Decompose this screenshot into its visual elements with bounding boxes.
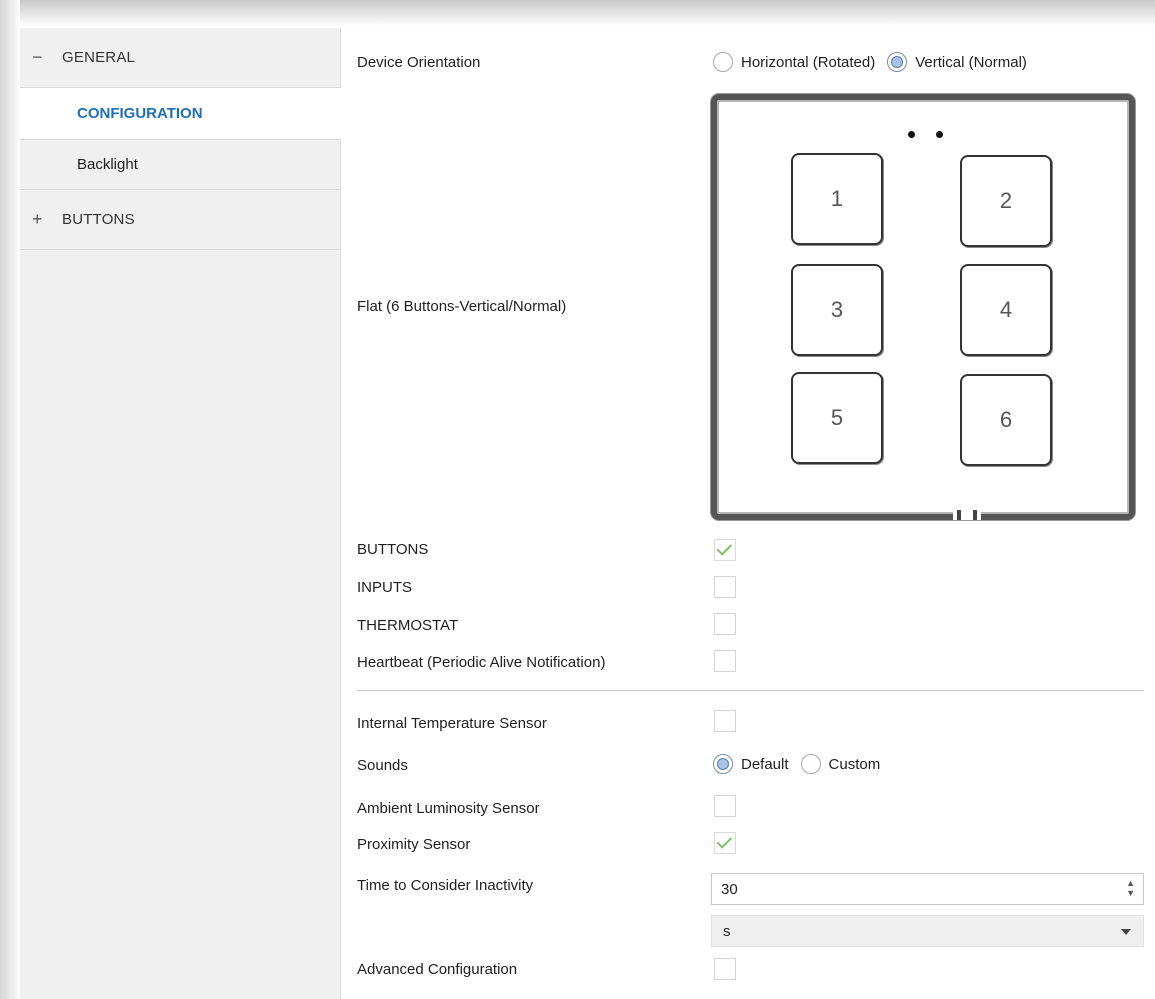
device-model-row: Flat (6 Buttons-Vertical/Normal) (357, 298, 566, 315)
device-connector (953, 510, 981, 520)
heartbeat-row: Heartbeat (Periodic Alive Notification) (357, 654, 605, 671)
heartbeat-checkbox[interactable] (714, 650, 736, 672)
spinner-arrows-icon[interactable]: ▲ ▼ (1126, 878, 1135, 898)
buttons-row: BUTTONS (357, 541, 428, 558)
inactivity-time-value[interactable]: 30 (721, 881, 738, 898)
orientation-horizontal-radio[interactable] (713, 52, 733, 72)
sidebar-item-configuration[interactable]: CONFIGURATION (20, 88, 342, 140)
orientation-vertical-label[interactable]: Vertical (Normal) (915, 54, 1027, 71)
ambient-luminosity-checkbox[interactable] (714, 795, 736, 817)
inactivity-unit-value[interactable]: s (723, 923, 731, 940)
advanced-configuration-checkbox[interactable] (714, 958, 736, 980)
sounds-default-radio[interactable] (713, 754, 733, 774)
internal-temperature-label: Internal Temperature Sensor (357, 715, 547, 732)
advanced-configuration-label: Advanced Configuration (357, 961, 518, 978)
inactivity-time-row: Time to Consider Inactivity (357, 877, 533, 894)
thermostat-row: THERMOSTAT (357, 617, 458, 634)
internal-temperature-row: Internal Temperature Sensor (357, 715, 547, 732)
tree-group-label: GENERAL (62, 49, 136, 66)
sidebar-tree: − GENERAL CONFIGURATION Backlight + BUTT… (20, 28, 342, 999)
section-divider (357, 690, 1144, 691)
ambient-luminosity-label: Ambient Luminosity Sensor (357, 800, 540, 817)
heartbeat-label: Heartbeat (Periodic Alive Notification) (357, 654, 606, 671)
thermostat-checkbox[interactable] (714, 613, 736, 635)
proximity-sensor-row: Proximity Sensor (357, 836, 470, 853)
sounds-custom-label[interactable]: Custom (829, 756, 881, 773)
sounds-custom-radio[interactable] (800, 754, 821, 774)
inputs-checkbox[interactable] (714, 576, 736, 598)
proximity-sensor-label: Proximity Sensor (357, 836, 471, 853)
sounds-label: Sounds (357, 757, 408, 774)
buttons-checkbox[interactable] (714, 539, 736, 561)
checkmark-icon (716, 833, 733, 849)
device-button-6: 6 (960, 374, 1052, 466)
sounds-default-label[interactable]: Default (741, 756, 789, 773)
sidebar-item-label: Backlight (77, 156, 138, 173)
proximity-sensor-checkbox[interactable] (714, 832, 736, 854)
configuration-panel: Device Orientation Horizontal (Rotated) … (341, 28, 1155, 999)
window-frame-left (0, 0, 20, 999)
device-orientation-label: Device Orientation (357, 54, 481, 71)
sidebar-item-label: CONFIGURATION (77, 105, 203, 122)
device-orientation-radio-group: Horizontal (Rotated) Vertical (Normal) (713, 52, 1039, 72)
device-model-label: Flat (6 Buttons-Vertical/Normal) (357, 298, 567, 315)
device-button-4: 4 (960, 264, 1052, 356)
tree-group-buttons[interactable]: + BUTTONS (20, 190, 340, 250)
window-frame-top (0, 0, 1155, 26)
ambient-luminosity-row: Ambient Luminosity Sensor (357, 800, 540, 817)
advanced-configuration-row: Advanced Configuration (357, 961, 517, 978)
thermostat-label: THERMOSTAT (357, 617, 459, 634)
sounds-radio-group: Default Custom (713, 754, 892, 774)
sidebar-item-backlight[interactable]: Backlight (20, 140, 340, 190)
chevron-down-icon[interactable] (1121, 929, 1131, 935)
device-button-3: 3 (791, 264, 883, 356)
tree-group-general[interactable]: − GENERAL (20, 28, 340, 88)
inputs-row: INPUTS (357, 579, 412, 596)
inactivity-unit-select[interactable]: s (711, 915, 1144, 947)
device-button-5: 5 (791, 372, 883, 464)
sounds-row: Sounds (357, 757, 408, 774)
device-button-1: 1 (791, 153, 883, 245)
internal-temperature-checkbox[interactable] (714, 710, 736, 732)
checkmark-icon (716, 540, 733, 556)
tree-group-label: BUTTONS (62, 211, 135, 228)
inactivity-time-label: Time to Consider Inactivity (357, 877, 534, 894)
expand-icon[interactable]: + (32, 209, 62, 230)
inactivity-time-input[interactable]: 30 ▲ ▼ (711, 873, 1144, 905)
led-dot-icon (936, 131, 943, 138)
inputs-label: INPUTS (357, 579, 413, 596)
led-dot-icon (908, 131, 915, 138)
collapse-icon[interactable]: − (32, 47, 62, 68)
orientation-vertical-radio[interactable] (887, 52, 908, 72)
device-preview-image: 1 2 3 4 5 6 (711, 94, 1135, 520)
buttons-label: BUTTONS (357, 541, 429, 558)
device-button-2: 2 (960, 155, 1052, 247)
orientation-horizontal-label[interactable]: Horizontal (Rotated) (741, 54, 875, 71)
device-orientation-row: Device Orientation (357, 54, 480, 71)
